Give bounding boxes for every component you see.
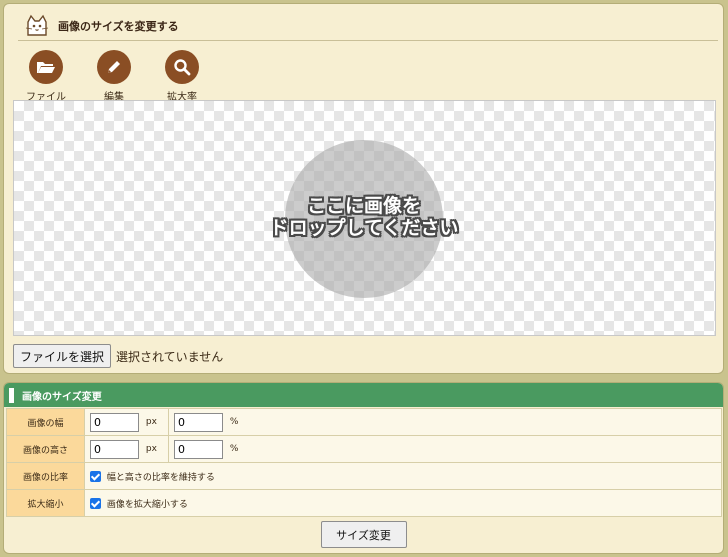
width-px-input[interactable] bbox=[90, 412, 139, 432]
edit-tool-button[interactable]: 編集 bbox=[84, 50, 144, 103]
section-header: 画像のサイズ変更 bbox=[4, 383, 723, 407]
image-resize-panel: 画像のサイズを変更する ファイル 編集 拡大率 ここに画像を ドロップしてくださ… bbox=[3, 3, 724, 374]
ratio-row: 画像の比率 幅と高さの比率を維持する bbox=[6, 462, 722, 490]
submit-row: サイズ変更 bbox=[4, 517, 723, 548]
drop-zone-text: ここに画像を ドロップしてください bbox=[214, 195, 514, 239]
resize-settings-panel: 画像のサイズ変更 画像の幅 px % 画像の高さ px % bbox=[3, 382, 724, 554]
height-px-unit: px bbox=[145, 444, 157, 454]
page-title: 画像のサイズを変更する bbox=[58, 19, 179, 33]
height-label: 画像の高さ bbox=[6, 435, 85, 463]
file-status-text: 選択されていません bbox=[116, 349, 224, 364]
scale-label: 拡大縮小 bbox=[6, 489, 85, 517]
width-percent-input[interactable] bbox=[174, 412, 223, 432]
file-tool-button[interactable]: ファイル bbox=[16, 50, 76, 103]
file-input-row: ファイルを選択 選択されていません bbox=[13, 344, 223, 368]
height-row: 画像の高さ px % bbox=[6, 435, 722, 463]
width-percent-unit: % bbox=[229, 417, 239, 427]
pencil-icon bbox=[97, 50, 131, 84]
section-title: 画像のサイズ変更 bbox=[22, 391, 102, 403]
drop-zone-line-1: ここに画像を bbox=[306, 195, 421, 217]
choose-file-button[interactable]: ファイルを選択 bbox=[13, 344, 112, 368]
height-px-input[interactable] bbox=[90, 439, 139, 459]
scale-image-checkbox[interactable] bbox=[90, 497, 101, 509]
height-percent-input[interactable] bbox=[174, 439, 223, 459]
folder-open-icon bbox=[29, 50, 63, 84]
zoom-tool-button[interactable]: 拡大率 bbox=[152, 50, 212, 103]
resize-settings-table: 画像の幅 px % 画像の高さ px % 画像の比率 bbox=[6, 408, 722, 517]
magnifier-icon bbox=[165, 50, 199, 84]
drop-zone-line-2: ドロップしてください bbox=[269, 217, 459, 239]
width-label: 画像の幅 bbox=[6, 408, 85, 436]
height-percent-unit: % bbox=[229, 444, 239, 454]
resize-submit-button[interactable]: サイズ変更 bbox=[320, 521, 407, 548]
width-row: 画像の幅 px % bbox=[6, 408, 722, 436]
panel-header: 画像のサイズを変更する bbox=[18, 11, 718, 41]
section-marker bbox=[9, 387, 14, 403]
scale-row: 拡大縮小 画像を拡大縮小する bbox=[6, 489, 722, 517]
keep-ratio-checkbox[interactable] bbox=[90, 470, 101, 482]
image-drop-zone[interactable]: ここに画像を ドロップしてください bbox=[13, 100, 716, 336]
cat-logo-icon bbox=[25, 14, 49, 36]
scale-image-label[interactable]: 画像を拡大縮小する bbox=[107, 500, 188, 510]
ratio-label: 画像の比率 bbox=[6, 462, 85, 490]
width-px-unit: px bbox=[145, 417, 157, 427]
keep-ratio-label[interactable]: 幅と高さの比率を維持する bbox=[107, 473, 215, 483]
